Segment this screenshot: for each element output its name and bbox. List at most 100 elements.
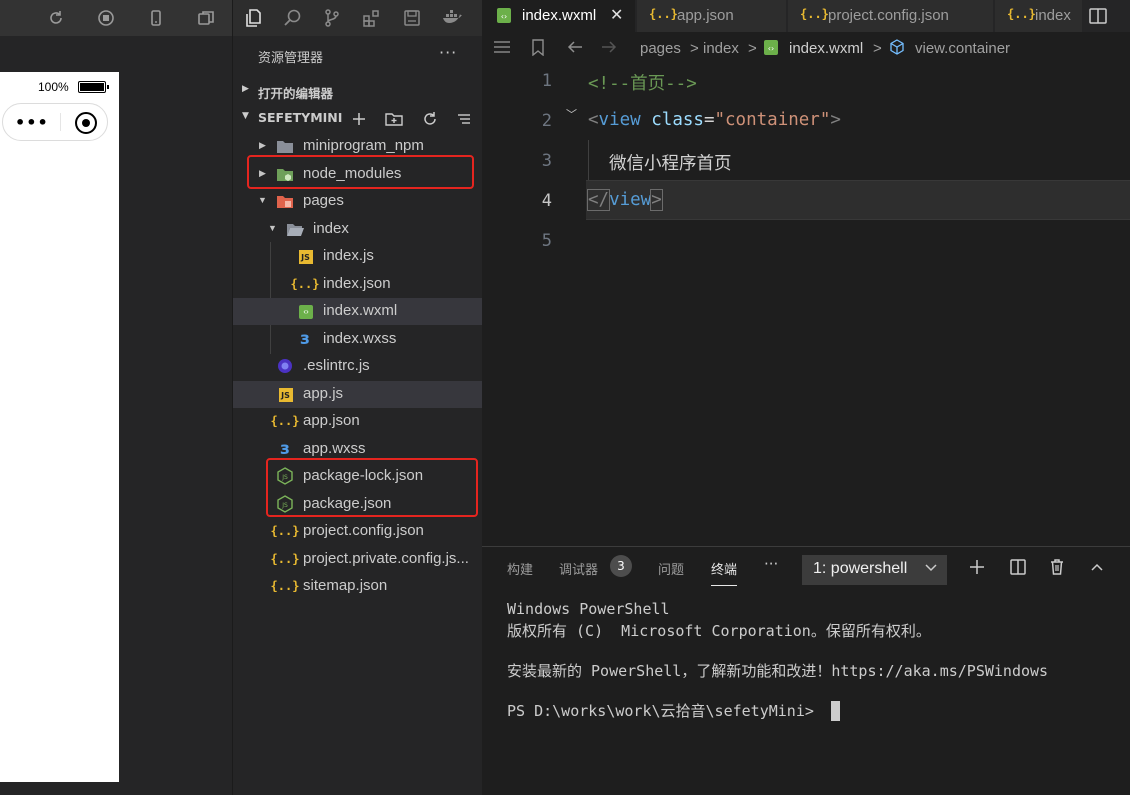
tree-item-app-js[interactable]: JS app.js (233, 381, 482, 408)
tree-item-label: index.wxml (323, 302, 398, 319)
split-terminal-icon[interactable] (1008, 557, 1028, 577)
code-text: 微信小程序首页 (609, 154, 732, 174)
tree-item-app-json[interactable]: {..} app.json (233, 408, 482, 435)
refresh-icon[interactable] (45, 7, 67, 29)
breadcrumb-item[interactable]: index (703, 40, 739, 57)
code-line-1[interactable]: <!--首页--> (588, 70, 697, 95)
pages-folder-icon (276, 192, 294, 210)
split-editor-icon[interactable] (1088, 6, 1108, 26)
explorer-sidebar: 资源管理器 ··· ▶ 打开的编辑器 ▼ SEFETYMINI ▶ minipr… (232, 0, 483, 795)
code-line-4[interactable]: </view> (586, 189, 663, 211)
search-icon[interactable] (280, 5, 306, 31)
back-arrow-icon[interactable] (566, 39, 584, 59)
window-icon[interactable] (195, 7, 217, 29)
code-line-2[interactable]: <view class="container"> (588, 110, 841, 130)
project-label: SEFETYMINI (258, 110, 343, 125)
tree-item-label: app.wxss (303, 440, 366, 457)
current-line-highlight (586, 180, 1130, 220)
close-target-icon[interactable] (75, 112, 97, 134)
folder-icon (276, 137, 294, 155)
json-file-icon: {..} (270, 524, 300, 538)
eslint-icon (276, 357, 294, 375)
tree-item-index-json[interactable]: {..} index.json (233, 271, 482, 298)
phone-screen[interactable]: 100% ••• (0, 72, 119, 782)
terminal-select-value: 1: powershell (813, 560, 908, 577)
js-file-icon: JS (279, 388, 293, 402)
terminal-line: 安装最新的 PowerShell，了解新功能和改进！https://aka.ms… (507, 662, 1049, 680)
forward-arrow-icon[interactable] (600, 39, 618, 59)
code-punctuation: </ (586, 189, 611, 211)
more-dots-icon[interactable]: ••• (15, 113, 49, 132)
files-icon[interactable] (241, 5, 267, 31)
tab-label: index.wxml (522, 7, 597, 24)
tab-app-json[interactable]: {..} app.json (637, 0, 787, 32)
tab-build[interactable]: 构建 (507, 559, 533, 578)
refresh-explorer-icon[interactable] (420, 109, 440, 129)
stop-icon[interactable] (95, 7, 117, 29)
tree-item-index-js[interactable]: JS index.js (233, 243, 482, 270)
tab-label: project.config.json (828, 7, 949, 24)
js-file-icon: JS (299, 250, 313, 264)
battery-percentage: 100% (38, 80, 69, 94)
extensions-icon[interactable] (359, 5, 385, 31)
docker-icon[interactable] (439, 5, 465, 31)
code-line-3[interactable]: 微信小程序首页 (609, 150, 732, 175)
tree-item-index-wxml[interactable]: index.wxml (233, 298, 482, 325)
terminal-select[interactable]: 1: powershell (802, 555, 947, 585)
bookmark-icon[interactable] (531, 39, 545, 60)
debugger-badge: 3 (610, 555, 632, 577)
project-section[interactable]: ▼ SEFETYMINI (233, 105, 483, 131)
tree-item-label: index.wxss (323, 330, 397, 347)
tree-item-label: project.private.config.js... (303, 550, 469, 567)
chevron-down-icon (924, 560, 938, 579)
line-number: 3 (541, 151, 552, 171)
code-attribute: class (651, 110, 704, 130)
activity-bar (233, 0, 483, 36)
editor-tab-bar: ‹› index.wxml ✕ {..} app.json {..} proje… (482, 0, 1130, 32)
trash-icon[interactable] (1047, 557, 1067, 577)
tree-item-project-private-config[interactable]: {..} project.private.config.js... (233, 546, 482, 573)
json-file-icon: {..} (800, 7, 829, 21)
tab-problems[interactable]: 问题 (658, 559, 684, 578)
source-control-icon[interactable] (319, 5, 345, 31)
tab-debugger[interactable]: 调试器 (559, 559, 598, 578)
tab-label: app.json (677, 7, 734, 24)
close-icon[interactable]: ✕ (610, 5, 623, 25)
line-number: 1 (541, 71, 552, 91)
phone-icon[interactable] (145, 7, 167, 29)
css-file-icon: з (300, 329, 310, 349)
terminal-prompt[interactable]: PS D:\works\work\云拾音\sefetyMini> (507, 700, 823, 721)
panel-more-button[interactable]: ··· (764, 555, 778, 573)
tree-item-index-folder[interactable]: ▼ index (233, 216, 482, 243)
tab-index-wxml[interactable]: ‹› index.wxml ✕ (482, 0, 636, 32)
open-editors-section[interactable]: ▶ 打开的编辑器 (233, 78, 483, 104)
breadcrumb-item[interactable]: index.wxml (789, 40, 863, 57)
wxml-file-icon (299, 305, 313, 319)
terminal-cursor (831, 701, 840, 721)
tree-item-sitemap-json[interactable]: {..} sitemap.json (233, 573, 482, 600)
tree-item-eslintrc[interactable]: .eslintrc.js (233, 353, 482, 380)
add-terminal-icon[interactable] (967, 557, 987, 577)
tree-item-label: index.json (323, 275, 391, 292)
fold-chevron-icon[interactable]: ﹀ (566, 106, 577, 122)
new-file-icon[interactable] (349, 109, 369, 129)
collapse-all-icon[interactable] (454, 109, 474, 129)
tab-terminal[interactable]: 终端 (711, 559, 738, 586)
tab-index[interactable]: {..} index (995, 0, 1083, 32)
tree-item-index-wxss[interactable]: з index.wxss (233, 326, 482, 353)
chevron-down-icon: ▼ (258, 195, 267, 205)
tab-project-config-json[interactable]: {..} project.config.json (788, 0, 994, 32)
tree-item-project-config-json[interactable]: {..} project.config.json (233, 518, 482, 545)
new-folder-icon[interactable] (384, 109, 404, 129)
list-icon[interactable] (493, 39, 511, 59)
explorer-more-button[interactable]: ··· (439, 43, 457, 62)
simulator-toolbar (0, 0, 232, 36)
chevron-right-icon: ▶ (242, 84, 249, 94)
terminal-line: 版权所有 (C) Microsoft Corporation。保留所有权利。 (507, 622, 931, 640)
tree-item-pages[interactable]: ▼ pages (233, 188, 482, 215)
breadcrumb-item[interactable]: view.container (915, 40, 1010, 57)
save-icon[interactable] (399, 5, 425, 31)
chevron-up-icon[interactable] (1087, 557, 1107, 577)
breadcrumb-item[interactable]: pages (640, 40, 681, 57)
code-tag: view (598, 110, 641, 130)
